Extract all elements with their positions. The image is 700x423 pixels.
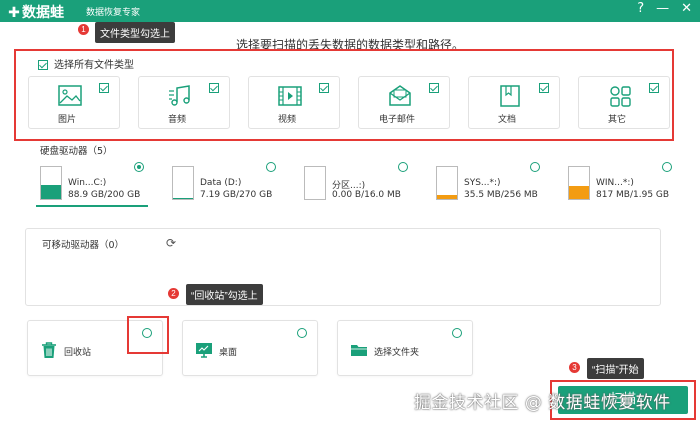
drive-name: WIN...*:) (596, 178, 634, 188)
folder-radio[interactable] (452, 328, 462, 338)
recycle-bin-highlight (127, 316, 169, 354)
drive-size: 0.00 B/16.0 MB (332, 190, 401, 200)
file-type-audio[interactable]: 音频 (138, 76, 230, 129)
video-icon (278, 86, 302, 106)
others-checkbox[interactable] (649, 83, 659, 93)
image-checkbox[interactable] (99, 83, 109, 93)
help-icon[interactable]: ? (637, 1, 644, 16)
callout-3-number: 3 (569, 362, 580, 373)
callout-3-label: “扫描”开始 (587, 358, 644, 379)
drive-radio[interactable] (530, 162, 540, 172)
location-label: 桌面 (219, 348, 238, 358)
drive-icon (40, 166, 62, 200)
refresh-icon[interactable]: ⟳ (166, 236, 176, 250)
drive-item[interactable]: WIN...*:) 817 MB/1.95 GB (562, 160, 680, 204)
audio-checkbox[interactable] (209, 83, 219, 93)
drive-icon (172, 166, 194, 200)
file-type-video[interactable]: 视频 (248, 76, 340, 129)
email-icon (389, 85, 411, 106)
drive-item[interactable]: 分区...:) 0.00 B/16.0 MB (298, 160, 416, 204)
callout-1-number: 1 (78, 24, 89, 35)
file-type-image[interactable]: 图片 (28, 76, 120, 129)
trash-icon (42, 342, 56, 358)
file-type-email[interactable]: 电子邮件 (358, 76, 450, 129)
desktop-radio[interactable] (297, 328, 307, 338)
video-checkbox[interactable] (319, 83, 329, 93)
image-icon (58, 85, 82, 106)
location-desktop[interactable]: 桌面 (182, 320, 318, 376)
drive-usage-fill (569, 185, 589, 199)
file-type-label: 其它 (607, 115, 626, 125)
location-label: 选择文件夹 (374, 348, 420, 358)
file-type-label: 音频 (167, 115, 186, 125)
app-logo: ✚ 数据蛙 (6, 2, 64, 22)
drive-size: 88.9 GB/200 GB (68, 190, 141, 200)
drive-usage-fill (41, 184, 61, 199)
window-controls: ? — ✕ (637, 1, 692, 16)
document-checkbox[interactable] (539, 83, 549, 93)
desktop-icon (196, 343, 212, 358)
email-checkbox[interactable] (429, 83, 439, 93)
folder-icon (351, 345, 367, 356)
file-type-others[interactable]: 其它 (578, 76, 670, 129)
title-bar: ✚ 数据蛙 数据恢复专家 ? — ✕ (0, 0, 700, 22)
file-type-document[interactable]: 文档 (468, 76, 560, 129)
drive-name: Data (D:) (200, 178, 242, 188)
drive-item[interactable]: Data (D:) 7.19 GB/270 GB (166, 160, 284, 204)
callout-2-number: 2 (168, 288, 179, 299)
select-all-file-types[interactable]: 选择所有文件类型 (38, 56, 134, 71)
drive-size: 7.19 GB/270 GB (200, 190, 273, 200)
file-type-label: 图片 (57, 115, 76, 125)
drive-radio[interactable] (398, 162, 408, 172)
selected-drive-underline (36, 205, 148, 207)
logo-plus-icon: ✚ (8, 5, 20, 21)
music-icon (169, 85, 190, 106)
drive-size: 35.5 MB/256 MB (464, 190, 538, 200)
drive-item[interactable]: Win...C:) 88.9 GB/200 GB (34, 160, 152, 204)
drive-icon (436, 166, 458, 200)
app-name: 数据蛙 (22, 5, 64, 21)
drive-name: Win...C:) (68, 178, 107, 188)
file-type-label: 文档 (497, 115, 516, 125)
drive-icon (304, 166, 326, 200)
drive-radio[interactable] (662, 162, 672, 172)
app-subtitle: 数据恢复专家 (86, 8, 141, 18)
select-all-checkbox[interactable] (38, 60, 48, 70)
select-all-label: 选择所有文件类型 (54, 60, 134, 71)
drive-icon (568, 166, 590, 200)
drive-size: 817 MB/1.95 GB (596, 190, 670, 200)
document-icon (500, 85, 520, 107)
drive-usage-fill (437, 194, 457, 199)
drive-radio[interactable] (266, 162, 276, 172)
others-icon (610, 86, 631, 107)
close-icon[interactable]: ✕ (681, 1, 692, 16)
drive-item[interactable]: SYS...*:) 35.5 MB/256 MB (430, 160, 548, 204)
file-type-label: 视频 (277, 115, 296, 125)
location-choose-folder[interactable]: 选择文件夹 (337, 320, 473, 376)
hard-drives-title: 硬盘驱动器（5） (40, 146, 113, 157)
drive-usage-fill (173, 198, 193, 199)
location-label: 回收站 (64, 348, 92, 358)
removable-drives-title: 可移动驱动器（0） (42, 240, 125, 251)
callout-2-label: “回收站”勾选上 (186, 284, 263, 305)
file-type-label: 电子邮件 (378, 115, 415, 125)
minimize-icon[interactable]: — (656, 1, 669, 16)
drive-name: SYS...*:) (464, 178, 501, 188)
drive-radio[interactable] (134, 162, 144, 172)
watermark: 掘金技术社区 @ 数据蛙恢复软件 (414, 393, 671, 413)
